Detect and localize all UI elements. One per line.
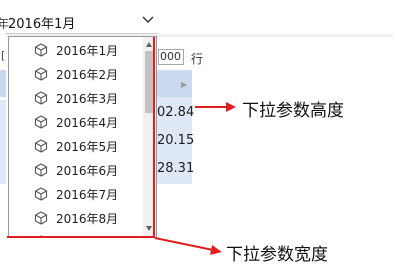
height-annotation-label: 下拉参数高度 [242, 101, 344, 121]
cube-icon [34, 43, 48, 57]
dropdown-item-label: 2016年6月 [56, 163, 119, 178]
dropdown-item-label: 2016年5月 [56, 139, 119, 154]
cube-icon [34, 163, 48, 177]
dropdown-item[interactable]: 2016年3月 [9, 86, 143, 110]
scroll-down-arrow-icon[interactable] [146, 226, 152, 231]
month-dropdown-list[interactable]: 2016年1月 2016年2月 2016年3月 2016年4月 2016年5月 … [8, 36, 157, 238]
row-count-input[interactable]: 000 [158, 49, 184, 65]
cube-icon [34, 187, 48, 201]
height-arrow-icon [195, 102, 236, 112]
month-select-value: 2016年1月 [8, 17, 76, 32]
dropdown-item-label: 2016年7月 [56, 187, 119, 202]
table-cell: 02.84 [157, 105, 195, 120]
row-count-unit: 行 [191, 52, 204, 66]
month-select[interactable]: 2016年1月 [5, 10, 158, 34]
scroll-up-arrow-icon[interactable] [146, 42, 152, 47]
dropdown-item-label: 2016年4月 [56, 115, 119, 130]
dropdown-item-label: 2016年2月 [56, 67, 119, 82]
cut-off-row-highlight [0, 70, 6, 97]
dropdown-item-label: 2016年3月 [56, 91, 119, 106]
cut-off-bracket: [ [1, 49, 6, 62]
width-marker-line [7, 236, 155, 238]
table-cell: 28.31 [157, 161, 195, 176]
dropdown-item[interactable]: 2016年6月 [9, 158, 143, 182]
dropdown-item[interactable]: 2016年2月 [9, 62, 143, 86]
cube-icon [34, 139, 48, 153]
dropdown-item[interactable]: 2016年5月 [9, 134, 143, 158]
dropdown-item-label: 2016年1月 [56, 43, 119, 58]
cut-off-table-column [0, 100, 6, 184]
height-marker-line [153, 37, 155, 237]
width-arrow-icon [154, 237, 222, 255]
dropdown-item-label: 2016年8月 [56, 211, 119, 226]
cube-icon [34, 211, 48, 225]
dropdown-item[interactable]: 2016年1月 [9, 38, 143, 62]
row-expand-icon[interactable]: ▶ [181, 80, 187, 89]
dropdown-item[interactable]: 2016年8月 [9, 206, 143, 230]
cube-icon [34, 67, 48, 81]
cube-icon [34, 91, 48, 105]
cube-icon [34, 115, 48, 129]
dropdown-item[interactable]: 2016年7月 [9, 182, 143, 206]
table-cell: 20.15 [157, 133, 195, 148]
width-annotation-label: 下拉参数宽度 [226, 245, 328, 265]
chevron-down-icon[interactable] [141, 12, 155, 26]
dropdown-item[interactable]: 2016年4月 [9, 110, 143, 134]
